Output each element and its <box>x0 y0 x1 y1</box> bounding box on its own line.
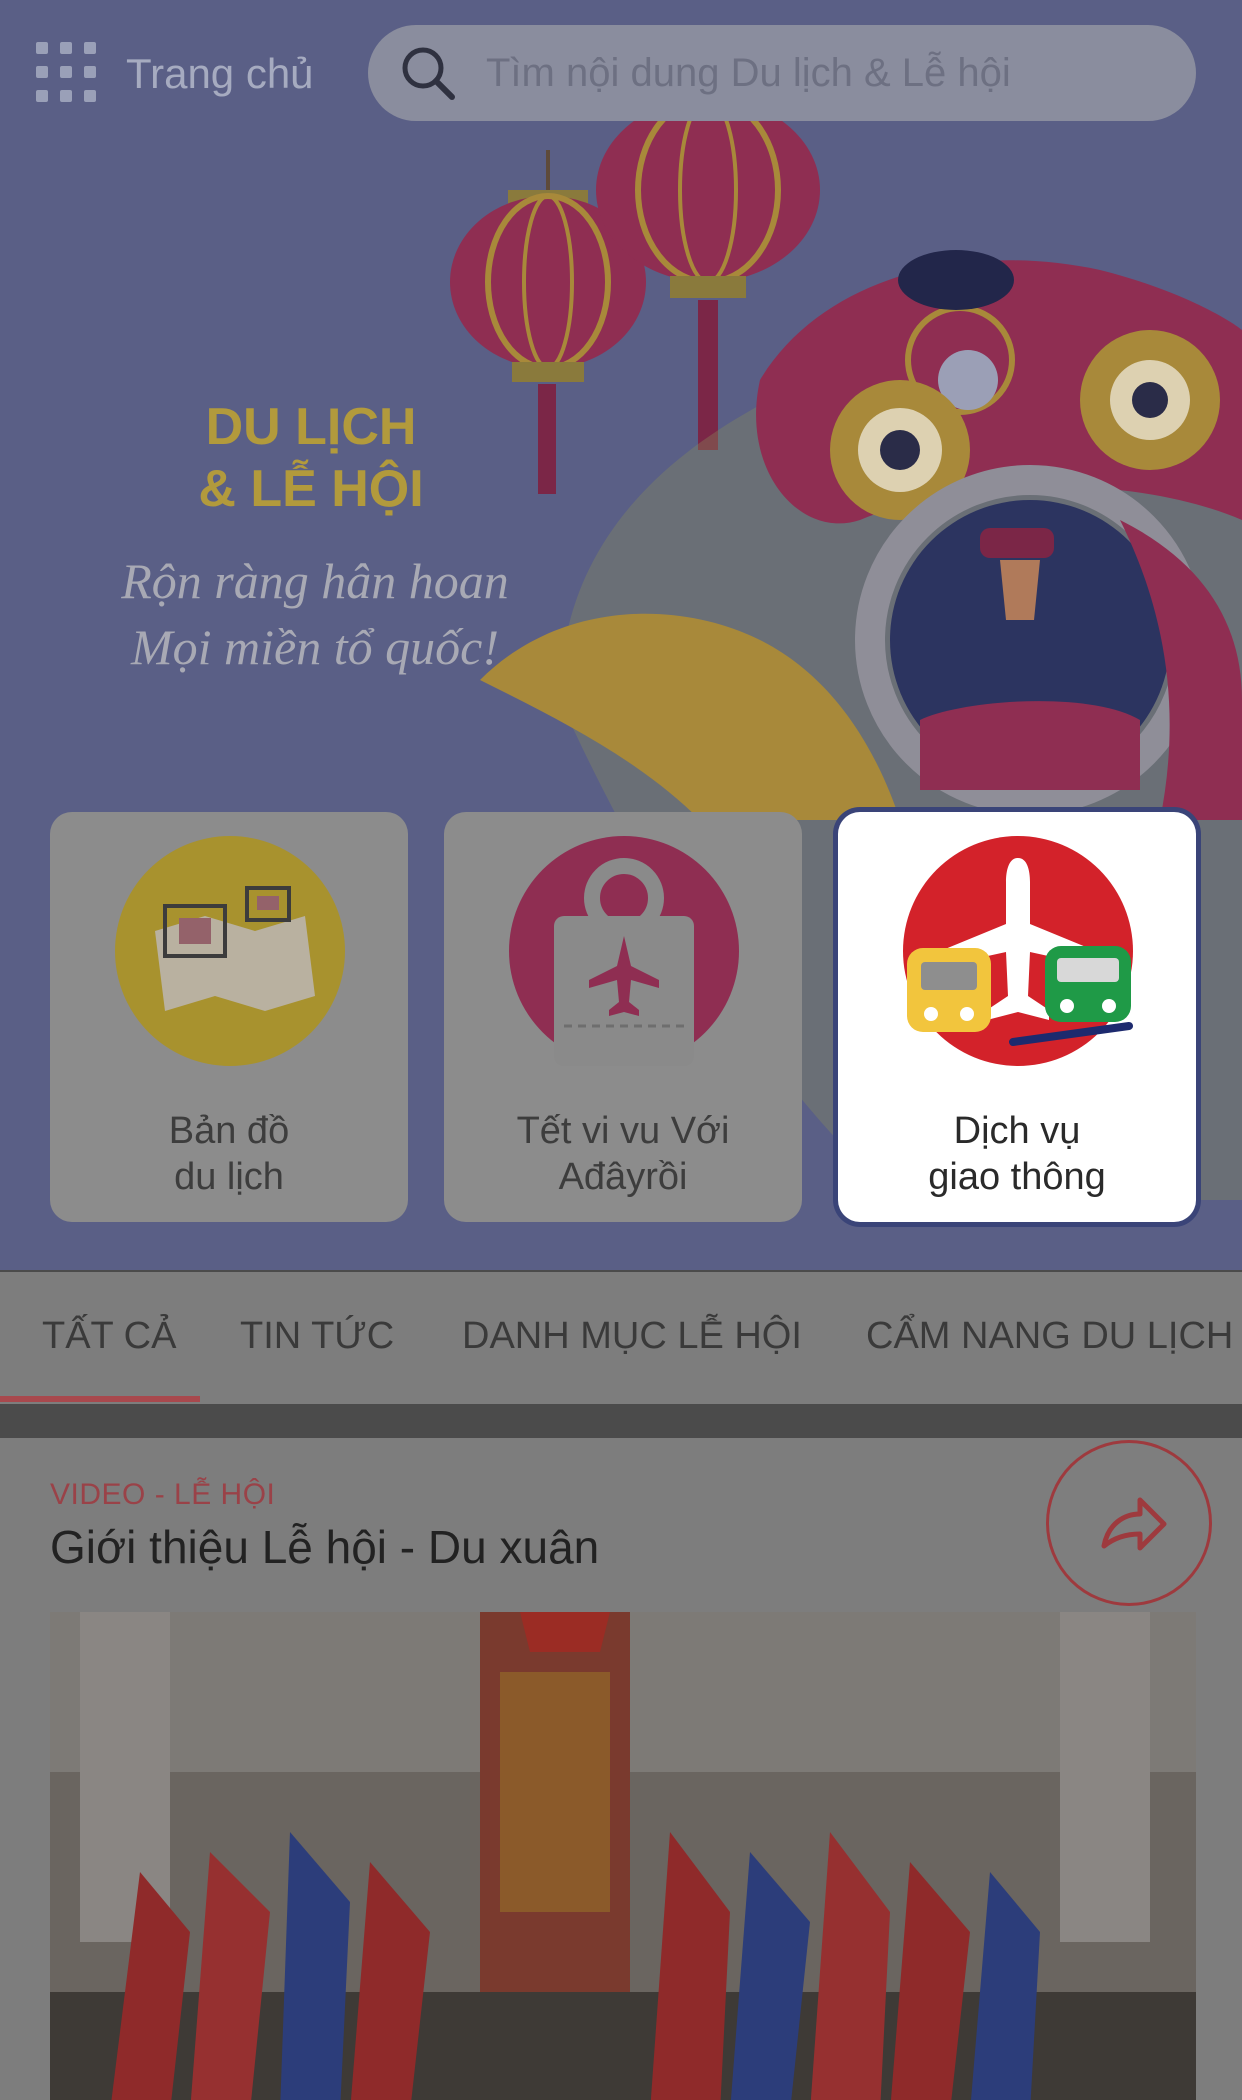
tab-all[interactable]: TẤT CẢ <box>42 1272 176 1404</box>
hero-subtitle-line1: Rộn ràng hân hoan <box>121 553 509 609</box>
card-label: Tết vi vu Với Ađâyrồi <box>444 1108 802 1200</box>
card-travel-map[interactable]: Bản đồ du lịch <box>50 812 408 1222</box>
post-title[interactable]: Giới thiệu Lễ hội - Du xuân <box>50 1520 599 1574</box>
card-label: Dịch vụ giao thông <box>838 1108 1196 1200</box>
active-tab-indicator <box>0 1396 200 1402</box>
card-label-line2: giao thông <box>928 1156 1106 1198</box>
card-label-line2: Ađâyrồi <box>558 1156 688 1198</box>
tab-travel-guide[interactable]: CẨM NANG DU LỊCH <box>866 1272 1233 1404</box>
map-icon <box>115 836 345 1066</box>
post-category[interactable]: VIDEO - LỄ HỘI <box>50 1478 275 1512</box>
video-thumbnail[interactable] <box>50 1612 1196 2100</box>
tab-festival-list[interactable]: DANH MỤC LỄ HỘI <box>462 1272 802 1404</box>
card-label: Bản đồ du lịch <box>50 1108 408 1200</box>
search-icon <box>402 47 455 100</box>
search-bar[interactable] <box>368 25 1196 121</box>
search-input[interactable] <box>486 25 1166 121</box>
hero-subtitle-line2: Mọi miền tổ quốc! <box>131 619 499 675</box>
grid-menu-icon[interactable] <box>36 42 96 102</box>
hero-subtitle: Rộn ràng hân hoan Mọi miền tổ quốc! <box>80 548 550 680</box>
share-button[interactable] <box>1046 1440 1212 1606</box>
top-bar: Trang chủ <box>0 0 1242 150</box>
hero-title-line1: DU LỊCH <box>205 398 417 456</box>
festival-photo <box>50 1612 1196 2100</box>
home-label[interactable]: Trang chủ <box>126 50 314 98</box>
card-tet-vi-vu[interactable]: Tết vi vu Với Ađâyrồi <box>444 812 802 1222</box>
hero-title: DU LỊCH & LỄ HỘI <box>196 396 426 520</box>
card-label-line1: Dịch vụ <box>953 1110 1081 1152</box>
card-label-line1: Tết vi vu Với <box>516 1110 730 1152</box>
card-label-line2: du lịch <box>174 1156 284 1198</box>
feed: VIDEO - LỄ HỘI Giới thiệu Lễ hội - Du xu… <box>0 1438 1242 2100</box>
card-label-line1: Bản đồ <box>168 1110 290 1152</box>
card-transport-service[interactable]: Dịch vụ giao thông <box>838 812 1196 1222</box>
share-icon <box>1101 1497 1167 1551</box>
tab-news[interactable]: TIN TỨC <box>240 1272 394 1404</box>
transport-icon <box>903 836 1133 1066</box>
flight-ticket-icon <box>509 836 739 1066</box>
category-tabs: TẤT CẢ TIN TỨC DANH MỤC LỄ HỘI CẨM NANG … <box>0 1272 1242 1404</box>
hero-title-line2: & LỄ HỘI <box>198 460 424 518</box>
